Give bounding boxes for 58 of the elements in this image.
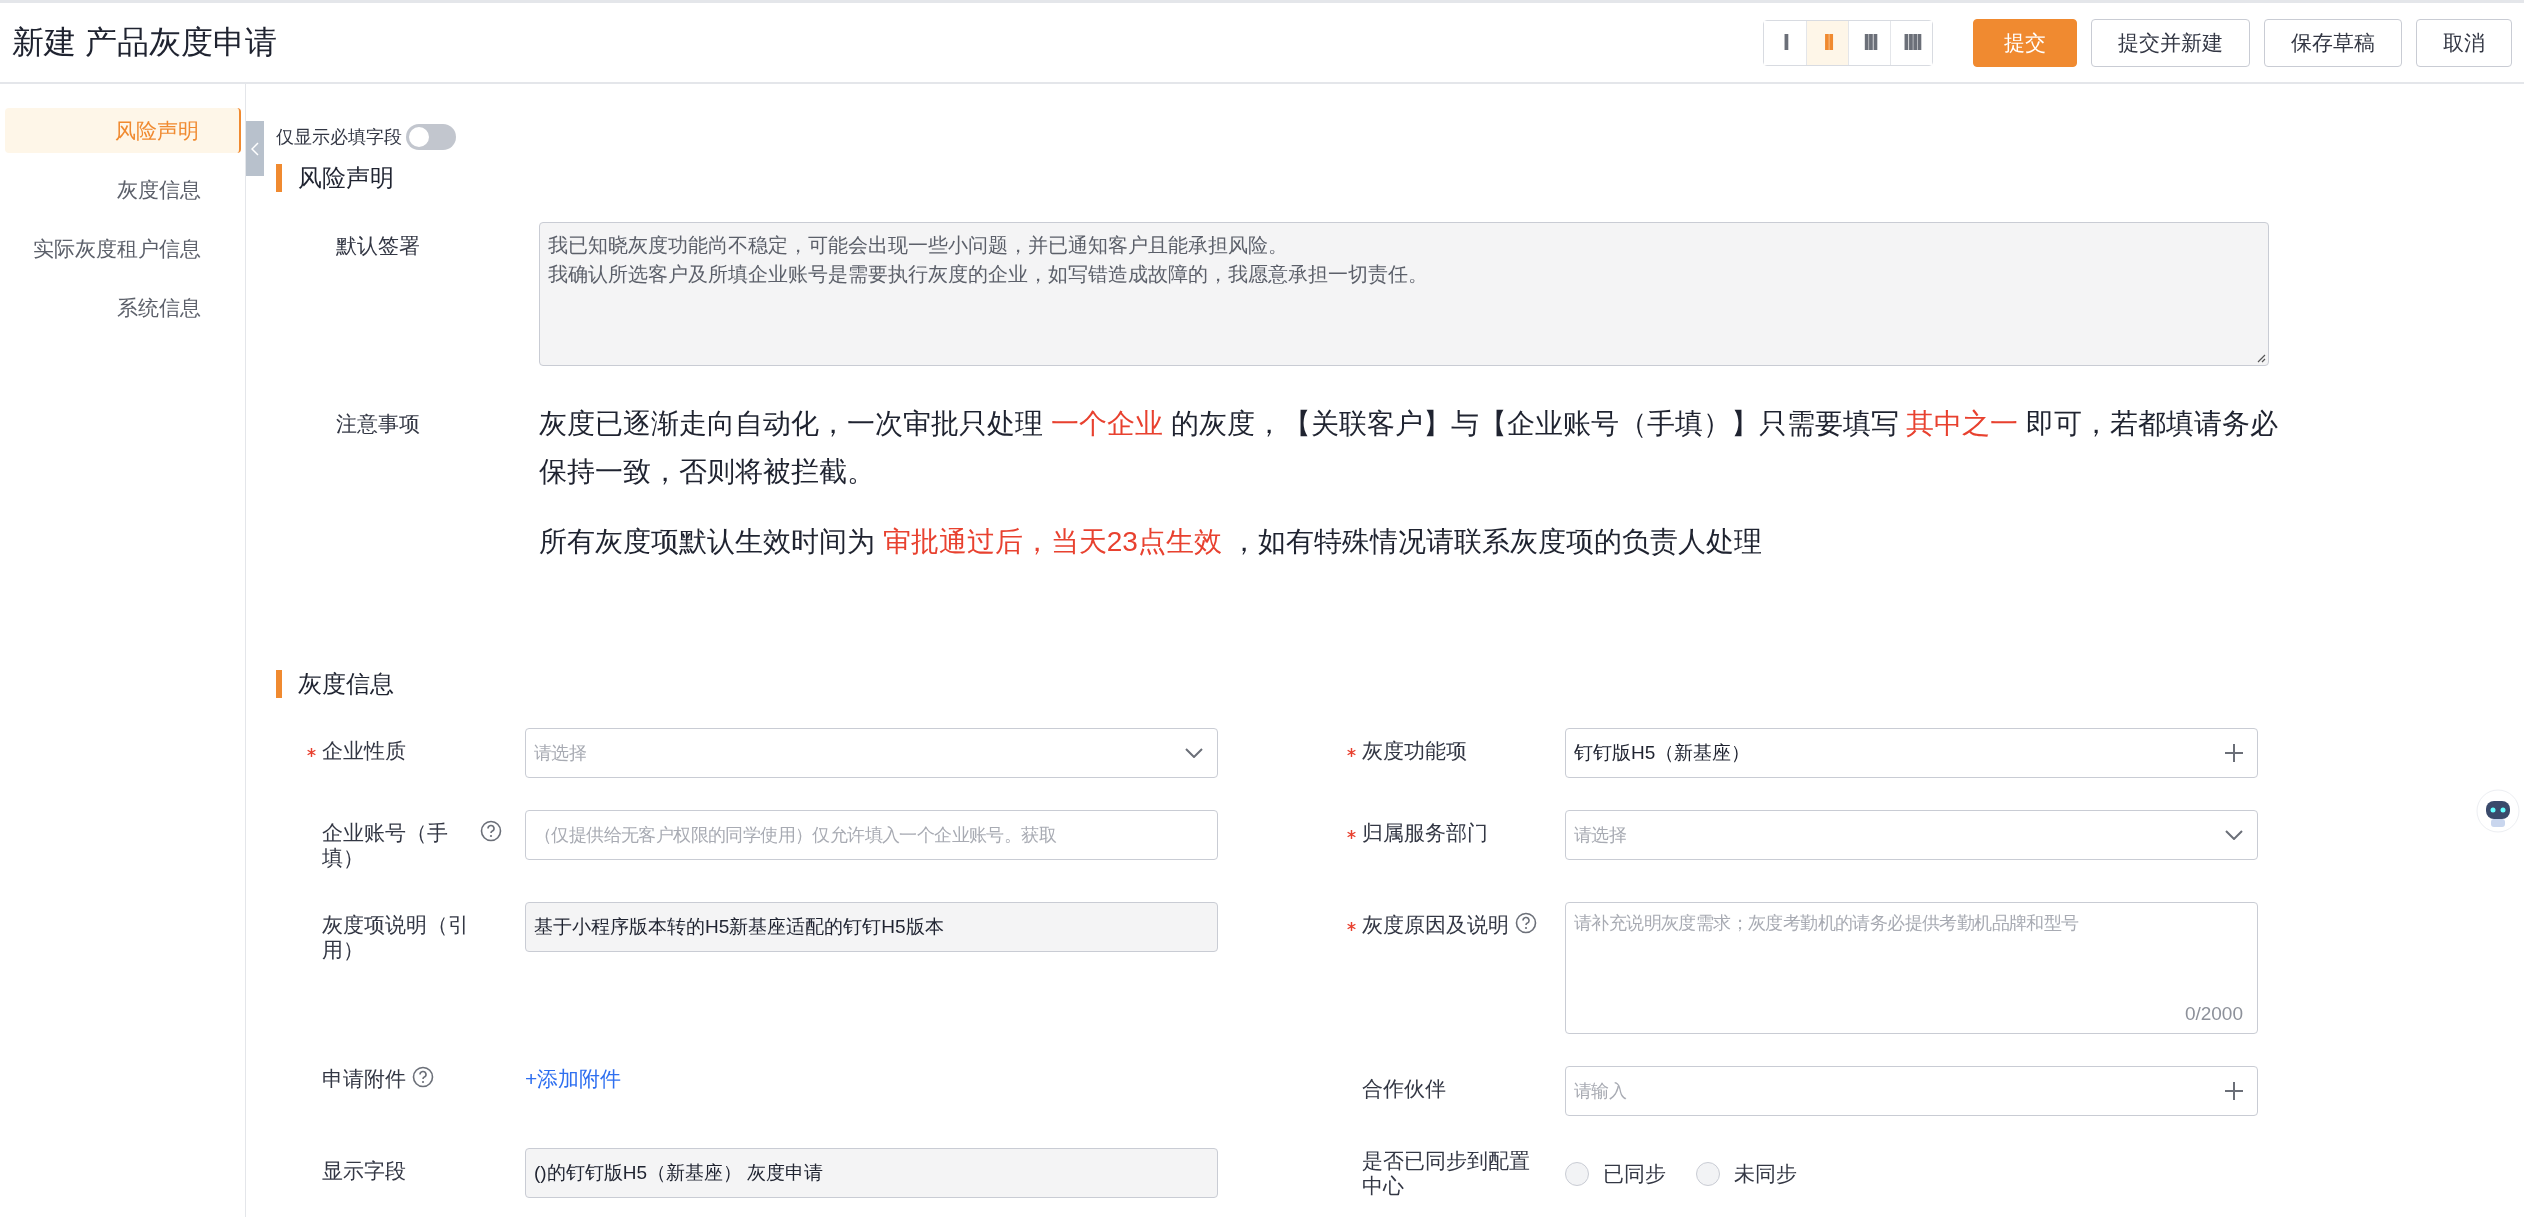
notice-paragraph: 灰度已逐渐走向自动化，一次审批只处理 一个企业 的灰度，【关联客户】与【企业账号（手填）】只需要填写 其中之一 即可，若都填请务必保持一致，否则将被拦截。 [539, 407, 2280, 489]
textarea-field[interactable]: 请补充说明灰度需求；灰度考勤机的请务必提供考勤机品牌和型号 0/2000 [1565, 902, 2258, 1034]
section-title: 灰度信息 [276, 670, 2524, 698]
placeholder-text: 请选择 [1574, 824, 1627, 847]
robot-assistant-icon[interactable] [2476, 789, 2520, 833]
field-label: 灰度原因及说明 [1362, 912, 1509, 937]
chevron-left-icon [251, 141, 259, 156]
sidebar-item[interactable]: 系统信息 [5, 285, 241, 330]
field-label: 申请附件 [322, 1066, 406, 1091]
placeholder-text: （仅提供给无客户权限的同学使用）仅允许填入一个企业账号。获取 [534, 824, 1056, 847]
column-layout-option[interactable]: IIII [1890, 20, 1932, 65]
field-label: 企业账号（手填） [322, 820, 449, 870]
required-asterisk-icon [307, 748, 316, 757]
plus-icon [2225, 744, 2243, 762]
chevron-down-icon [2225, 830, 2243, 840]
radio-option[interactable]: 未同步 [1696, 1160, 1797, 1188]
field-label: 合作伙伴 [1362, 1076, 1446, 1101]
field-label: 归属服务部门 [1362, 820, 1488, 845]
help-icon [1515, 912, 1537, 934]
field-label: 灰度项说明（引用） [322, 912, 470, 962]
sidebar-item[interactable]: 实际灰度租户信息 [5, 226, 241, 271]
radio-option[interactable]: 已同步 [1565, 1160, 1666, 1188]
section-title: 风险声明 [276, 164, 2524, 192]
character-counter: 0/2000 [2184, 1003, 2243, 1025]
required-asterisk-icon [1347, 922, 1356, 931]
plus-icon [2225, 1082, 2243, 1100]
field-label: 默认签署 [336, 233, 421, 259]
action-button[interactable]: 提交并新建 [2091, 18, 2250, 67]
notice-paragraph: 所有灰度项默认生效时间为 审批通过后，当天23点生效 ，如有特殊情况请联系灰度项的负责人处理 [539, 525, 1763, 559]
action-button[interactable]: 保存草稿 [2264, 18, 2402, 67]
filter-label: 仅显示必填字段 [276, 126, 402, 149]
radio-button[interactable] [1565, 1162, 1589, 1186]
toggle-switch[interactable] [406, 124, 456, 150]
add-attachment-link[interactable]: +添加附件 [525, 1066, 622, 1091]
chevron-down-icon [1185, 748, 1203, 758]
field-label: 注意事项 [336, 411, 421, 437]
signature-text: 我确认所选客户及所填企业账号是需要执行灰度的企业，如写错造成故障的，我愿意承担一切责任。 [548, 262, 1429, 287]
picker-field[interactable]: 钉钉版H5（新基座） [1565, 728, 2258, 778]
collapse-handle[interactable] [246, 121, 264, 176]
field-value: 钉钉版H5（新基座） [1574, 741, 1751, 765]
page-title: 新建 产品灰度申请 [12, 22, 278, 62]
required-asterisk-icon [1347, 830, 1356, 839]
placeholder-text: 请输入 [1574, 1080, 1627, 1103]
help-icon [480, 820, 502, 842]
field-value: 基于小程序版本转的H5新基座适配的钉钉H5版本 [534, 915, 944, 939]
required-asterisk-icon [1347, 748, 1356, 757]
radio-button[interactable] [1696, 1162, 1720, 1186]
field-label: 灰度功能项 [1362, 738, 1467, 763]
action-button[interactable]: 取消 [2416, 18, 2512, 67]
placeholder-text: 请补充说明灰度需求；灰度考勤机的请务必提供考勤机品牌和型号 [1574, 912, 2079, 935]
field-label: 企业性质 [322, 738, 406, 763]
field-label: 显示字段 [322, 1158, 406, 1183]
signature-text: 我已知晓灰度功能尚不稳定，可能会出现一些小问题，并已通知客户且能承担风险。 [548, 233, 1289, 258]
sidebar-item[interactable]: 灰度信息 [5, 167, 241, 212]
placeholder-text: 请选择 [534, 742, 587, 765]
field-value: ()的钉钉版H5（新基座） 灰度申请 [534, 1161, 824, 1185]
field-label: 是否已同步到配置中心 [1362, 1148, 1531, 1198]
help-icon [412, 1066, 434, 1088]
